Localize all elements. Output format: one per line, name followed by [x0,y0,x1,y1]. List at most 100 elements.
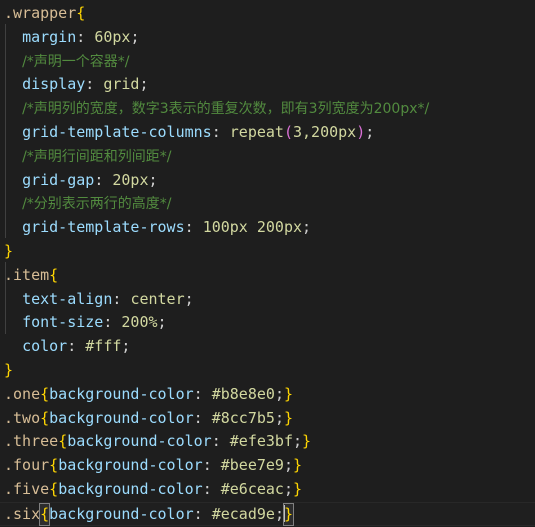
brace-close: } [283,384,293,403]
css-value-background-color-one: #b8e8e0 [211,384,275,403]
brace-open: { [49,456,59,475]
colon: : [103,313,122,332]
brace-open: { [76,4,86,22]
code-editor-viewport[interactable]: .wrapper{ margin: 60px; /*声明一个容器*/ displ… [0,0,535,526]
code-line-20[interactable]: .four{background-color: #bee7e9;} [0,454,535,478]
semicolon: ; [283,456,293,475]
code-line-22-active[interactable]: .six{background-color: #ecad9e;} [0,501,535,526]
brace-open-matched: { [39,502,51,526]
colon: : [211,122,230,141]
semicolon: ; [365,122,375,141]
semicolon: ; [148,170,158,189]
css-function-repeat: repeat [229,122,284,141]
brace-open: { [40,408,50,427]
colon: : [202,456,221,475]
paren-open: ( [283,122,293,141]
code-line-10[interactable]: grid-template-rows: 100px 200px; [0,216,535,240]
css-value-margin: 60px [94,27,131,46]
semicolon: ; [184,289,194,308]
css-value-grid-gap: 20px [112,170,149,189]
semicolon: ; [283,479,293,498]
css-property-background-color: background-color [49,384,194,403]
code-line-13[interactable]: text-align: center; [0,288,535,312]
code-line-14[interactable]: font-size: 200%; [0,311,535,335]
code-line-12[interactable]: .item{ [0,264,535,288]
code-line-18[interactable]: .two{background-color: #8cc7b5;} [0,407,535,431]
code-line-4[interactable]: display: grid; [0,73,535,97]
colon: : [94,170,113,189]
css-selector-four: .four [4,456,50,475]
css-property-grid-gap: grid-gap [22,170,95,189]
css-property-grid-template-columns: grid-template-columns [22,122,212,141]
css-value-color: #fff [85,337,122,356]
code-line-9[interactable]: /*分别表示两行的高度*/ [0,192,535,216]
css-comment-gap: /*声明行间距和列间距*/ [22,148,172,165]
code-line-3[interactable]: /*声明一个容器*/ [0,50,535,74]
brace-close: } [293,479,303,498]
semicolon: ; [293,432,303,451]
colon: : [193,384,212,403]
semicolon: ; [139,75,149,94]
colon: : [85,75,104,94]
paren-close: ) [356,122,366,141]
css-property-background-color: background-color [58,456,203,475]
brace-open: { [49,479,59,498]
code-line-6[interactable]: grid-template-columns: repeat(3,200px); [0,121,535,145]
code-line-16[interactable]: } [0,359,535,383]
css-value-background-color-four: #bee7e9 [220,456,284,475]
css-selector-two: .two [4,408,41,427]
css-selector-item: .item [4,265,50,284]
brace-close: } [293,456,303,475]
colon: : [76,27,95,46]
css-property-background-color: background-color [67,432,212,451]
css-selector-five: .five [4,479,50,498]
brace-close: } [4,360,14,379]
code-line-8[interactable]: grid-gap: 20px; [0,169,535,193]
code-line-15[interactable]: color: #fff; [0,335,535,359]
css-value-text-align: center [130,289,185,308]
css-property-grid-template-rows: grid-template-rows [22,218,185,237]
brace-close-matched: } [282,502,295,526]
css-property-background-color: background-color [49,408,194,427]
semicolon: ; [274,384,284,403]
code-line-7[interactable]: /*声明行间距和列间距*/ [0,145,535,169]
code-line-1[interactable]: .wrapper{ [0,2,535,26]
colon: : [193,504,212,523]
css-value-background-color-three: #efe3bf [229,432,293,451]
code-line-19[interactable]: .three{background-color: #efe3bf;} [0,430,535,454]
code-line-11[interactable]: } [0,240,535,264]
brace-open: { [58,432,68,451]
code-line-2[interactable]: margin: 60px; [0,26,535,50]
css-comment-columns: /*声明列的宽度，数字3表示的重复次数，即有3列宽度为200px*/ [22,101,430,118]
code-line-17[interactable]: .one{background-color: #b8e8e0;} [0,383,535,407]
css-property-background-color: background-color [58,479,203,498]
css-selector-three: .three [4,432,59,451]
css-property-margin: margin [22,27,77,46]
css-property-display: display [22,75,86,94]
brace-open: { [49,265,59,284]
colon: : [193,408,212,427]
css-selector-six: .six [4,504,41,523]
semicolon: ; [274,408,284,427]
brace-close: } [302,432,312,451]
code-line-21[interactable]: .five{background-color: #e6ceac;} [0,478,535,502]
semicolon: ; [157,313,167,332]
colon: : [112,289,131,308]
css-value-background-color-two: #8cc7b5 [211,408,275,427]
brace-close: } [283,408,293,427]
colon: : [67,337,86,356]
css-value-background-color-six: #ecad9e [211,504,275,523]
css-selector-one: .one [4,384,41,403]
colon: : [202,479,221,498]
code-line-5[interactable]: /*声明列的宽度，数字3表示的重复次数，即有3列宽度为200px*/ [0,97,535,121]
css-value-grid-template-rows: 100px 200px [202,218,303,237]
css-value-background-color-five: #e6ceac [220,479,284,498]
colon: : [184,218,203,237]
semicolon: ; [121,337,131,356]
css-property-color: color [22,337,68,356]
css-value-font-size: 200% [121,313,158,332]
semicolon: ; [302,218,312,237]
css-value-display: grid [103,75,140,94]
css-comment-container: /*声明一个容器*/ [22,53,130,70]
colon: : [211,432,230,451]
